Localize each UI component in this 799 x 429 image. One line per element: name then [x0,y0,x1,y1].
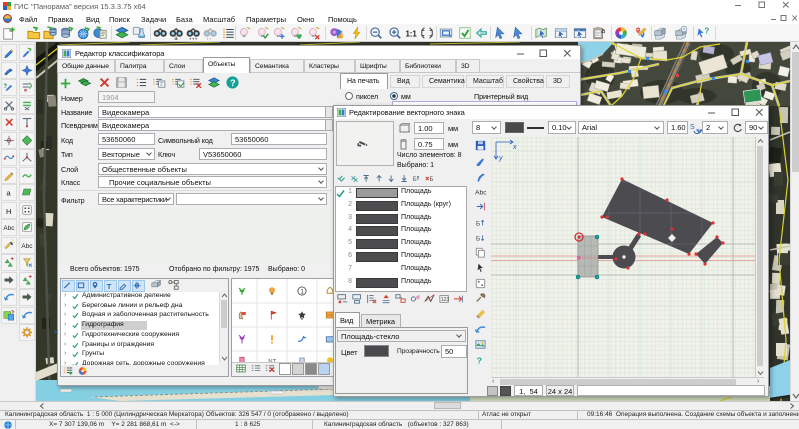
svg-text:Б: Б [413,177,417,183]
svg-text:?: ? [3,84,7,90]
svg-text:y: y [498,155,503,162]
svg-text:Abc: Abc [3,225,15,232]
svg-text:a: a [174,35,178,40]
svg-text:123: 123 [440,297,449,303]
svg-text:?: ? [704,26,709,35]
svg-text:Abc: Abc [475,189,486,196]
svg-text:H: H [6,206,12,215]
svg-text:?: ? [230,78,235,88]
svg-text:1:1: 1:1 [405,30,417,39]
svg-text:a: a [6,188,11,197]
svg-text:T: T [107,282,112,290]
svg-text:Abc: Abc [21,243,33,250]
svg-text:a: a [601,28,605,35]
svg-text:Б: Б [476,220,481,227]
svg-text:S: S [690,124,695,131]
svg-text:x: x [512,144,517,151]
svg-text:Б: Б [476,235,481,242]
svg-text:?: ? [477,355,482,365]
svg-text:Б: Б [429,177,433,183]
